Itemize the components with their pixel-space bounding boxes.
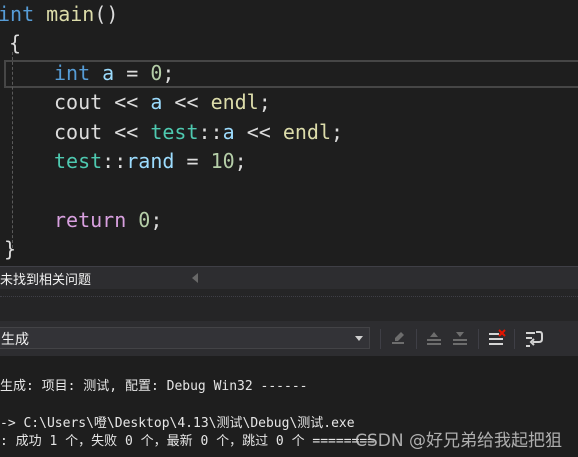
- toolbar-separator: [478, 329, 479, 349]
- code-line-1[interactable]: int main(): [0, 0, 118, 29]
- code-token: ;: [331, 120, 344, 144]
- code-token: }: [4, 237, 17, 261]
- splitter[interactable]: [0, 296, 578, 297]
- code-line-4[interactable]: cout << a << endl;: [54, 87, 271, 117]
- code-token: int: [0, 2, 35, 26]
- code-token: ;: [150, 208, 163, 232]
- code-line-6[interactable]: test::rand = 10;: [54, 146, 247, 176]
- output-toolbar: 生成: [0, 321, 578, 356]
- code-token: int: [54, 61, 91, 85]
- error-list-status-bar: 未找到相关问题: [0, 266, 578, 290]
- code-token: <<: [102, 120, 151, 144]
- no-issues-label: 未找到相关问题: [0, 273, 92, 288]
- code-token: ;: [234, 149, 247, 173]
- code-line-2[interactable]: {: [9, 28, 21, 58]
- output-line: 生成: 项目: 测试, 配置: Debug Win32 ------: [0, 379, 308, 394]
- code-token: endl: [210, 90, 259, 114]
- code-line-3[interactable]: int a = 0;: [54, 58, 174, 88]
- output-source-label: 生成: [1, 332, 29, 348]
- code-line-8[interactable]: return 0;: [54, 205, 162, 235]
- code-token: cout: [54, 90, 103, 114]
- code-token: <<: [234, 120, 283, 144]
- code-token: ::: [198, 120, 223, 144]
- toolbar-separator: [416, 329, 417, 349]
- code-token: =: [174, 149, 211, 173]
- code-token: main: [46, 2, 95, 26]
- code-line-5[interactable]: cout << test::a << endl;: [54, 117, 343, 147]
- code-token: (): [94, 2, 119, 26]
- watermark: CSDN @好兄弟给我起把狙: [355, 431, 562, 451]
- output-line: -> C:\Users\噔\Desktop\4.13\测试\Debug\测试.e…: [0, 416, 355, 431]
- code-token: cout: [54, 120, 103, 144]
- code-token: 0: [150, 61, 163, 85]
- code-token: a: [102, 61, 115, 85]
- code-token: ;: [258, 90, 271, 114]
- code-token: test: [150, 120, 199, 144]
- scroll-left-icon[interactable]: [192, 273, 198, 283]
- code-token: rand: [126, 149, 175, 173]
- chevron-down-icon: [355, 336, 363, 341]
- panel-divider: [0, 289, 578, 321]
- code-token: return: [54, 208, 127, 232]
- toolbar-separator: [380, 329, 381, 349]
- indent-guide: [12, 52, 13, 248]
- code-token: 0: [138, 208, 151, 232]
- output-line: : 成功 1 个，失败 0 个，最新 0 个，跳过 0 个 ========: [0, 434, 376, 449]
- code-token: <<: [102, 90, 151, 114]
- output-source-dropdown[interactable]: 生成: [0, 327, 370, 349]
- breakpoint-margin[interactable]: [0, 0, 3, 266]
- previous-message-icon[interactable]: [424, 329, 444, 349]
- code-token: ;: [162, 61, 175, 85]
- code-token: ::: [102, 149, 127, 173]
- code-token: endl: [282, 120, 331, 144]
- code-token: a: [150, 90, 163, 114]
- code-line-9[interactable]: }: [4, 234, 16, 264]
- code-editor[interactable]: int main() { int a = 0; cout << a << end…: [0, 0, 578, 266]
- code-token: =: [114, 61, 151, 85]
- next-message-icon[interactable]: [450, 329, 470, 349]
- goto-location-icon[interactable]: [388, 329, 408, 349]
- code-token: test: [54, 149, 103, 173]
- toggle-word-wrap-icon[interactable]: [524, 329, 544, 349]
- code-token: <<: [162, 90, 211, 114]
- code-token: 10: [210, 149, 235, 173]
- clear-all-icon[interactable]: [486, 329, 506, 349]
- code-token: {: [9, 31, 22, 55]
- code-token: a: [222, 120, 235, 144]
- toolbar-separator: [514, 329, 515, 349]
